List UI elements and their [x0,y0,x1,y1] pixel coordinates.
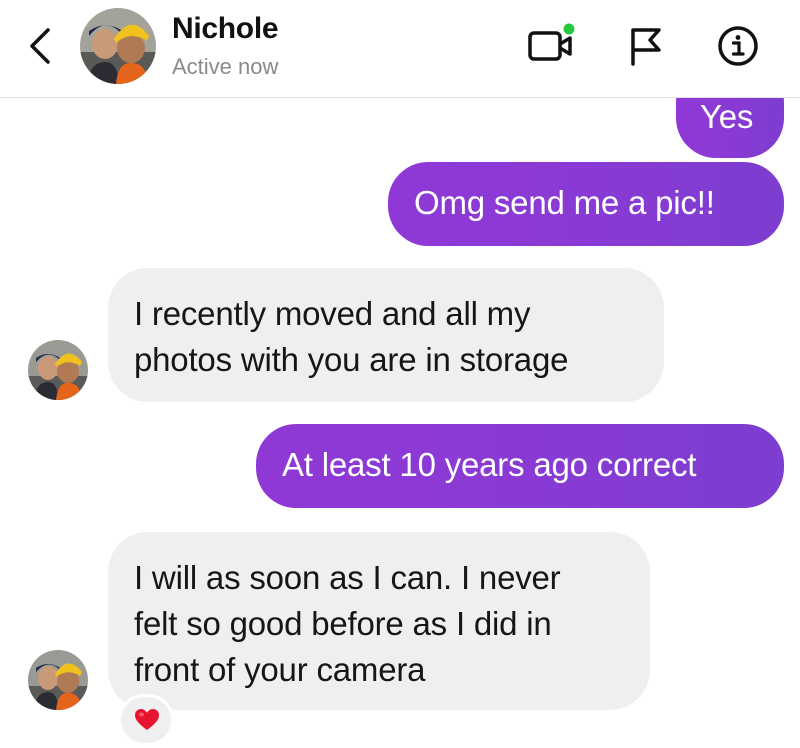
contact-name[interactable]: Nichole [172,12,279,46]
message-text: Omg send me a pic!! [414,184,715,221]
contact-avatar[interactable] [28,650,88,710]
message-bubble-sent[interactable]: Omg send me a pic!! [388,162,784,246]
active-status: Active now [172,54,279,79]
chat-header: Nichole Active now [0,0,800,98]
video-call-icon [528,21,577,61]
video-call-button[interactable] [524,20,577,72]
message-text-line: I will as soon as I can. I never [134,559,561,596]
contact-avatar[interactable] [80,8,156,84]
info-icon [718,26,758,66]
contact-avatar[interactable] [28,340,88,400]
message-text: At least 10 years ago correct [282,446,697,483]
message-bubble-received[interactable]: I will as soon as I can. I never felt so… [108,532,650,710]
message-list: Yes Omg send me a pic!! I recently moved… [0,0,800,748]
message-bubble-received[interactable]: I recently moved and all my photos with … [108,268,664,402]
report-flag-button[interactable] [620,20,672,72]
message-text: Yes [700,98,754,135]
info-button[interactable] [712,20,764,72]
message-text-line: felt so good before as I did in [134,605,552,642]
message-text-line: I recently moved and all my [134,295,531,332]
back-button[interactable] [22,24,62,68]
heart-icon [135,709,159,730]
heart-reaction[interactable] [118,694,174,746]
message-text-line: front of your camera [134,651,426,688]
message-text-line: photos with you are in storage [134,341,569,378]
flag-icon [631,28,661,66]
back-chevron-icon [30,28,50,64]
message-bubble-sent[interactable]: At least 10 years ago correct [256,424,784,508]
